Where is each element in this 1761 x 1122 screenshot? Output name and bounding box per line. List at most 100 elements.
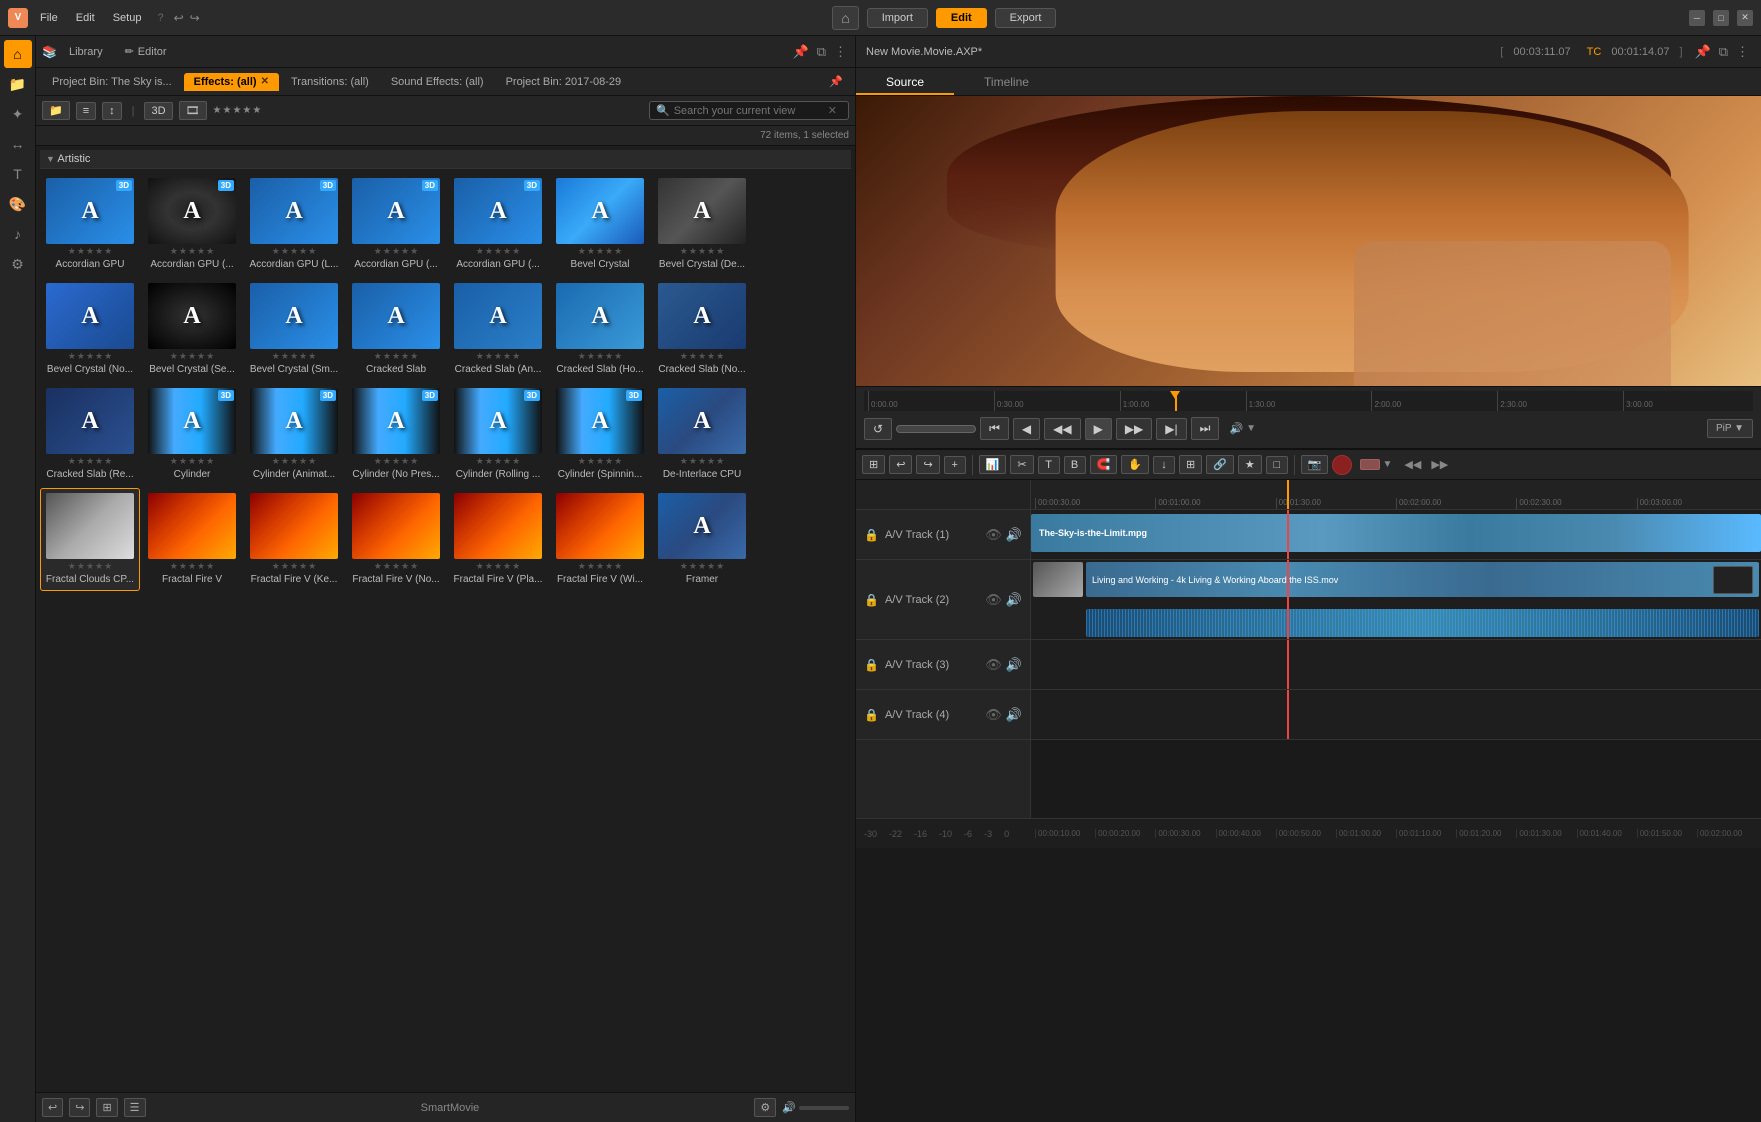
btn-step-fwd[interactable]: ▶▶ (1116, 418, 1152, 440)
library-toggle[interactable]: 📚 (42, 45, 57, 59)
tab-effects-all[interactable]: Effects: (all) ✕ (184, 73, 279, 91)
sidebar-icon-library[interactable]: 📁 (4, 70, 32, 98)
effect-item-5[interactable]: A 3D ★ ★ ★ ★ ★ Accordian GPU (... (448, 173, 548, 276)
minimize-button[interactable]: ─ (1689, 10, 1705, 26)
tl-color-btn[interactable] (1360, 459, 1380, 470)
tl-star[interactable]: ★ (1238, 455, 1262, 474)
tl-redo-btn[interactable]: ↪ (916, 455, 939, 474)
effect-item-25[interactable]: ★ ★ ★ ★ ★ Fractal Fire V (No... (346, 488, 446, 591)
star-3[interactable]: ★ (232, 105, 241, 116)
effect-item-21[interactable]: A ★ ★ ★ ★ ★ De-Interlace CPU (652, 383, 752, 486)
sm-redo-btn[interactable]: ↪ (69, 1098, 90, 1117)
clip-iss-menu-icon[interactable] (1713, 566, 1753, 594)
effect-item-28[interactable]: A ★ ★ ★ ★ ★ Framer (652, 488, 752, 591)
track-av3-audio-icon[interactable]: 🔊 (1006, 657, 1022, 673)
preview-float-icon[interactable]: ⧉ (1717, 42, 1730, 62)
preview-vol-arrow[interactable]: ▼ (1246, 423, 1256, 434)
track-av4-visible-icon[interactable]: 👁 (985, 707, 1002, 723)
list-view-btn[interactable]: ≡ (76, 102, 96, 120)
tab-editor[interactable]: ✏ Editor (115, 42, 177, 61)
effect-item-10[interactable]: A ★ ★ ★ ★ ★ Bevel Crystal (Sm... (244, 278, 344, 381)
tl-snap-btn[interactable]: ⊞ (862, 455, 885, 474)
btn-to-end[interactable]: ⏭ (1191, 417, 1220, 440)
close-button[interactable]: ✕ (1737, 10, 1753, 26)
tab-effects-close-icon[interactable]: ✕ (261, 76, 269, 87)
sidebar-icon-home[interactable]: ⌂ (4, 40, 32, 68)
star-5[interactable]: ★ (252, 105, 261, 116)
track-av2-audio-icon[interactable]: 🔊 (1006, 592, 1022, 608)
clip-iss-video[interactable]: Living and Working - 4k Living & Working… (1086, 562, 1759, 597)
tab-pin-right[interactable]: 📌 (823, 75, 849, 88)
effect-item-1[interactable]: A 3D ★ ★ ★ ★ ★ Accordian GPU (40, 173, 140, 276)
tab-transitions[interactable]: Transitions: (all) (281, 73, 379, 91)
effect-item-13[interactable]: A ★ ★ ★ ★ ★ Cracked Slab (Ho... (550, 278, 650, 381)
effect-item-6[interactable]: A ★ ★ ★ ★ ★ Bevel Crystal (550, 173, 650, 276)
tl-camera[interactable]: 📷 (1301, 455, 1329, 474)
sidebar-icon-settings[interactable]: ⚙ (4, 250, 32, 278)
star-2[interactable]: ★ (222, 105, 231, 116)
menu-edit[interactable]: Edit (70, 10, 101, 26)
track-av1-lock-icon[interactable]: 🔒 (864, 528, 879, 542)
effect-item-26[interactable]: ★ ★ ★ ★ ★ Fractal Fire V (Pla... (448, 488, 548, 591)
tl-undo-btn[interactable]: ↩ (889, 455, 912, 474)
effect-item-18[interactable]: A 3D ★ ★ ★ ★ ★ Cylinder (No Pres... (346, 383, 446, 486)
clip-iss-audio[interactable] (1086, 609, 1759, 637)
sm-list-btn[interactable]: ☰ (124, 1098, 146, 1117)
tl-record-btn[interactable] (1332, 455, 1352, 475)
speed-control[interactable] (896, 425, 976, 433)
tl-zoom-minus[interactable]: ◀◀ (1400, 456, 1425, 473)
effect-item-3[interactable]: A 3D ★ ★ ★ ★ ★ Accordian GPU (L... (244, 173, 344, 276)
panel-float-icon[interactable]: ⧉ (815, 42, 828, 62)
film-btn[interactable]: 🎞 (179, 101, 207, 120)
track-av4-audio-icon[interactable]: 🔊 (1006, 707, 1022, 723)
effect-item-23[interactable]: ★ ★ ★ ★ ★ Fractal Fire V (142, 488, 242, 591)
sidebar-icon-color[interactable]: 🎨 (4, 190, 32, 218)
tab-project-bin[interactable]: Project Bin: The Sky is... (42, 73, 182, 91)
preview-menu-icon[interactable]: ⋮ (1734, 42, 1751, 62)
section-artistic[interactable]: Artistic (40, 150, 851, 169)
tl-zoom-plus[interactable]: ▶▶ (1427, 456, 1452, 473)
track-av2-lock-icon[interactable]: 🔒 (864, 593, 879, 607)
effect-item-16[interactable]: A 3D ★ ★ ★ ★ ★ Cylinder (142, 383, 242, 486)
stars-filter[interactable]: ★ ★ ★ ★ ★ (213, 105, 262, 116)
sidebar-icon-transitions[interactable]: ↔ (4, 130, 32, 158)
btn-to-start[interactable]: ⏮ (980, 417, 1009, 440)
track-av1-visible-icon[interactable]: 👁 (985, 527, 1002, 543)
effect-item-2[interactable]: A 3D ★ ★ ★ ★ ★ Accordian GPU (... (142, 173, 242, 276)
clip-sky[interactable]: The-Sky-is-the-Limit.mpg (1031, 514, 1761, 552)
playhead-marker[interactable] (1175, 391, 1177, 411)
effect-item-27[interactable]: ★ ★ ★ ★ ★ Fractal Fire V (Wi... (550, 488, 650, 591)
3d-btn[interactable]: 3D (144, 102, 172, 120)
effect-item-12[interactable]: A ★ ★ ★ ★ ★ Cracked Slab (An... (448, 278, 548, 381)
track-av3-visible-icon[interactable]: 👁 (985, 657, 1002, 673)
effect-item-7[interactable]: A ★ ★ ★ ★ ★ Bevel Crystal (De... (652, 173, 752, 276)
search-input[interactable] (674, 105, 824, 117)
btn-prev-frame[interactable]: ◀ (1013, 418, 1040, 440)
menu-file[interactable]: File (34, 10, 64, 26)
sidebar-icon-text[interactable]: T (4, 160, 32, 188)
tab-source[interactable]: Source (856, 71, 954, 95)
tab-sound-effects[interactable]: Sound Effects: (all) (381, 73, 494, 91)
search-clear-icon[interactable]: ✕ (828, 104, 837, 117)
effect-item-9[interactable]: A ★ ★ ★ ★ ★ Bevel Crystal (Se... (142, 278, 242, 381)
volume-slider[interactable] (799, 1106, 849, 1110)
edit-button[interactable]: Edit (936, 8, 987, 28)
pip-button[interactable]: PiP ▼ (1707, 419, 1753, 438)
tl-link[interactable]: 🔗 (1206, 455, 1234, 474)
import-button[interactable]: Import (867, 8, 928, 28)
sm-grid-btn[interactable]: ⊞ (96, 1098, 117, 1117)
tab-project-bin2[interactable]: Project Bin: 2017-08-29 (496, 73, 632, 91)
tl-bar-chart[interactable]: 📊 (979, 455, 1007, 474)
maximize-button[interactable]: □ (1713, 10, 1729, 26)
effect-item-24[interactable]: ★ ★ ★ ★ ★ Fractal Fire V (Ke... (244, 488, 344, 591)
right-playhead[interactable] (1287, 480, 1289, 509)
tl-hand[interactable]: ✋ (1121, 455, 1149, 474)
tl-grid[interactable]: ⊞ (1179, 455, 1202, 474)
tl-box[interactable]: □ (1266, 456, 1288, 474)
tl-bold[interactable]: B (1064, 456, 1086, 474)
track-av3-lock-icon[interactable]: 🔒 (864, 658, 879, 672)
effect-item-14[interactable]: A ★ ★ ★ ★ ★ Cracked Slab (No... (652, 278, 752, 381)
export-button[interactable]: Export (995, 8, 1057, 28)
star-4[interactable]: ★ (242, 105, 251, 116)
home-button[interactable]: ⌂ (832, 6, 858, 30)
